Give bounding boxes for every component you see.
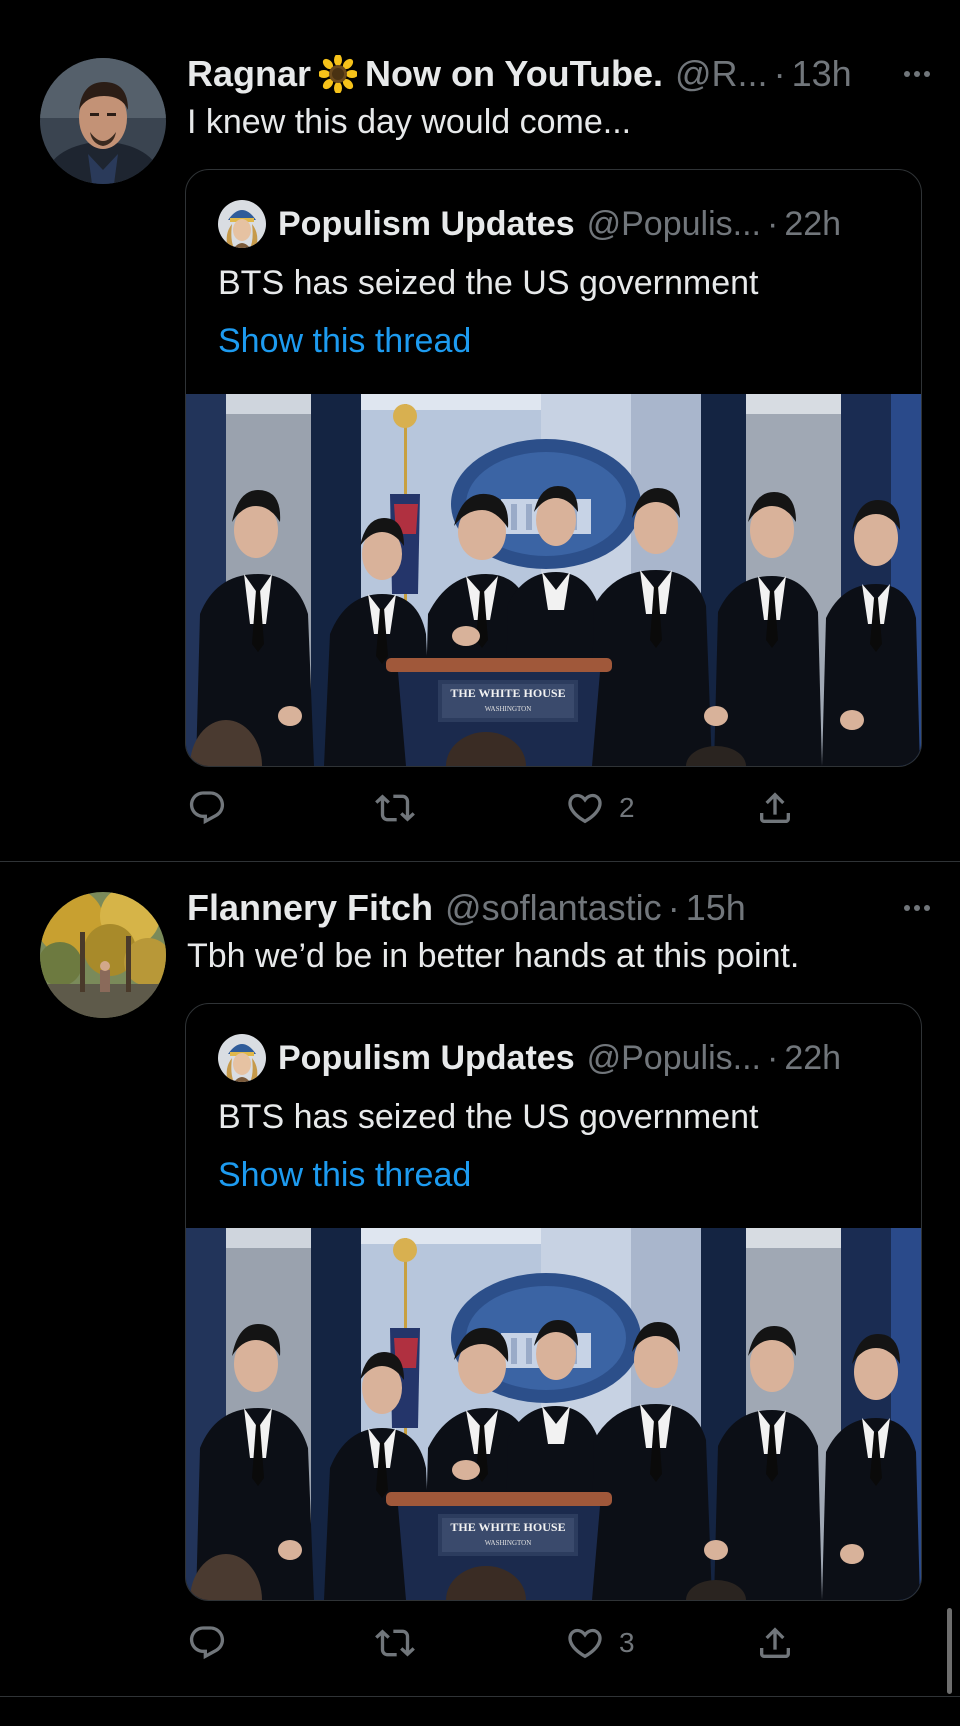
quote-media-photo[interactable]: THE WHITE HOUSE WASHINGTON bbox=[186, 1228, 921, 1600]
avatar-image bbox=[40, 58, 166, 184]
separator-dot: · bbox=[773, 53, 786, 94]
reply-button[interactable] bbox=[187, 784, 227, 832]
quote-text: BTS has seized the US government bbox=[218, 264, 759, 302]
retweet-icon bbox=[375, 788, 415, 828]
tweet[interactable]: Flannery Fitch @soflantastic · 15h Tbh w… bbox=[0, 862, 960, 1697]
more-icon[interactable] bbox=[904, 54, 930, 94]
quote-author-handle: @Populis... bbox=[586, 204, 761, 243]
like-count: 2 bbox=[619, 792, 635, 823]
tweet-time[interactable]: 15h bbox=[686, 887, 746, 929]
author-handle[interactable]: @soflantastic bbox=[445, 887, 662, 929]
quote-avatar bbox=[218, 1034, 266, 1082]
podium-sign-text: THE WHITE HOUSE bbox=[450, 1520, 565, 1534]
author-handle[interactable]: @R... bbox=[675, 53, 768, 95]
tweet[interactable]: Ragnar Now on YouTube. @R... · 13h I kne… bbox=[0, 0, 960, 862]
show-thread-link[interactable]: Show this thread bbox=[218, 1156, 471, 1195]
share-icon bbox=[755, 788, 795, 828]
scrollbar[interactable] bbox=[947, 1608, 952, 1694]
avatar-image bbox=[40, 892, 166, 1018]
quote-avatar bbox=[218, 200, 266, 248]
quote-author-name: Populism Updates bbox=[278, 1038, 575, 1077]
quote-time: 22h bbox=[784, 1038, 842, 1077]
quote-avatar-image bbox=[218, 1034, 266, 1082]
like-icon bbox=[565, 1623, 605, 1663]
tweet-time[interactable]: 13h bbox=[792, 53, 852, 95]
quote-time: 22h bbox=[784, 204, 842, 243]
quote-tweet[interactable]: Populism Updates @Populis... · 22h BTS h… bbox=[185, 1003, 922, 1601]
podium-sign-subtext: WASHINGTON bbox=[485, 1539, 532, 1547]
retweet-button[interactable] bbox=[375, 1619, 415, 1667]
quote-avatar-image bbox=[218, 200, 266, 248]
quote-media-photo[interactable]: THE WHITE HOUSE WASHINGTON bbox=[186, 394, 921, 766]
tweet-text: Tbh we’d be in better hands at this poin… bbox=[187, 937, 800, 975]
quote-author-name: Populism Updates bbox=[278, 204, 575, 243]
share-icon bbox=[755, 1623, 795, 1663]
like-count: 3 bbox=[619, 1627, 635, 1658]
like-icon bbox=[565, 788, 605, 828]
separator-dot: · bbox=[667, 887, 680, 928]
press-briefing-photo: THE WHITE HOUSE WASHINGTON bbox=[186, 394, 921, 766]
podium-sign-text: THE WHITE HOUSE bbox=[450, 686, 565, 700]
author-name[interactable]: Ragnar bbox=[187, 53, 311, 95]
quote-text: BTS has seized the US government bbox=[218, 1098, 759, 1136]
like-button[interactable]: 3 bbox=[565, 1619, 635, 1667]
tweet-text: I knew this day would come... bbox=[187, 103, 632, 141]
podium-sign-subtext: WASHINGTON bbox=[485, 705, 532, 713]
tweet-actions: 2 bbox=[185, 784, 805, 832]
retweet-button[interactable] bbox=[375, 784, 415, 832]
reply-button[interactable] bbox=[187, 1619, 227, 1667]
quote-author-handle: @Populis... bbox=[586, 1038, 761, 1077]
reply-icon bbox=[187, 1623, 227, 1663]
author-name[interactable]: Flannery Fitch bbox=[187, 887, 433, 929]
author-name-suffix[interactable]: Now on YouTube. bbox=[365, 53, 663, 95]
share-button[interactable] bbox=[755, 784, 795, 832]
like-button[interactable]: 2 bbox=[565, 784, 635, 832]
show-thread-link[interactable]: Show this thread bbox=[218, 322, 471, 361]
sunflower-emoji bbox=[319, 55, 357, 93]
avatar[interactable] bbox=[40, 892, 166, 1018]
share-button[interactable] bbox=[755, 1619, 795, 1667]
tweet-header: Flannery Fitch @soflantastic · 15h bbox=[187, 887, 930, 929]
avatar[interactable] bbox=[40, 58, 166, 184]
quote-header: Populism Updates @Populis... · 22h bbox=[278, 1036, 901, 1080]
quote-header: Populism Updates @Populis... · 22h bbox=[278, 202, 901, 246]
separator-dot: · bbox=[766, 204, 779, 243]
more-icon[interactable] bbox=[904, 888, 930, 928]
press-briefing-photo: THE WHITE HOUSE WASHINGTON bbox=[186, 1228, 921, 1600]
tweet-actions: 3 bbox=[185, 1619, 805, 1667]
quote-tweet[interactable]: Populism Updates @Populis... · 22h BTS h… bbox=[185, 169, 922, 767]
reply-icon bbox=[187, 788, 227, 828]
separator-dot: · bbox=[766, 1038, 779, 1077]
tweet-header: Ragnar Now on YouTube. @R... · 13h bbox=[187, 53, 930, 95]
retweet-icon bbox=[375, 1623, 415, 1663]
